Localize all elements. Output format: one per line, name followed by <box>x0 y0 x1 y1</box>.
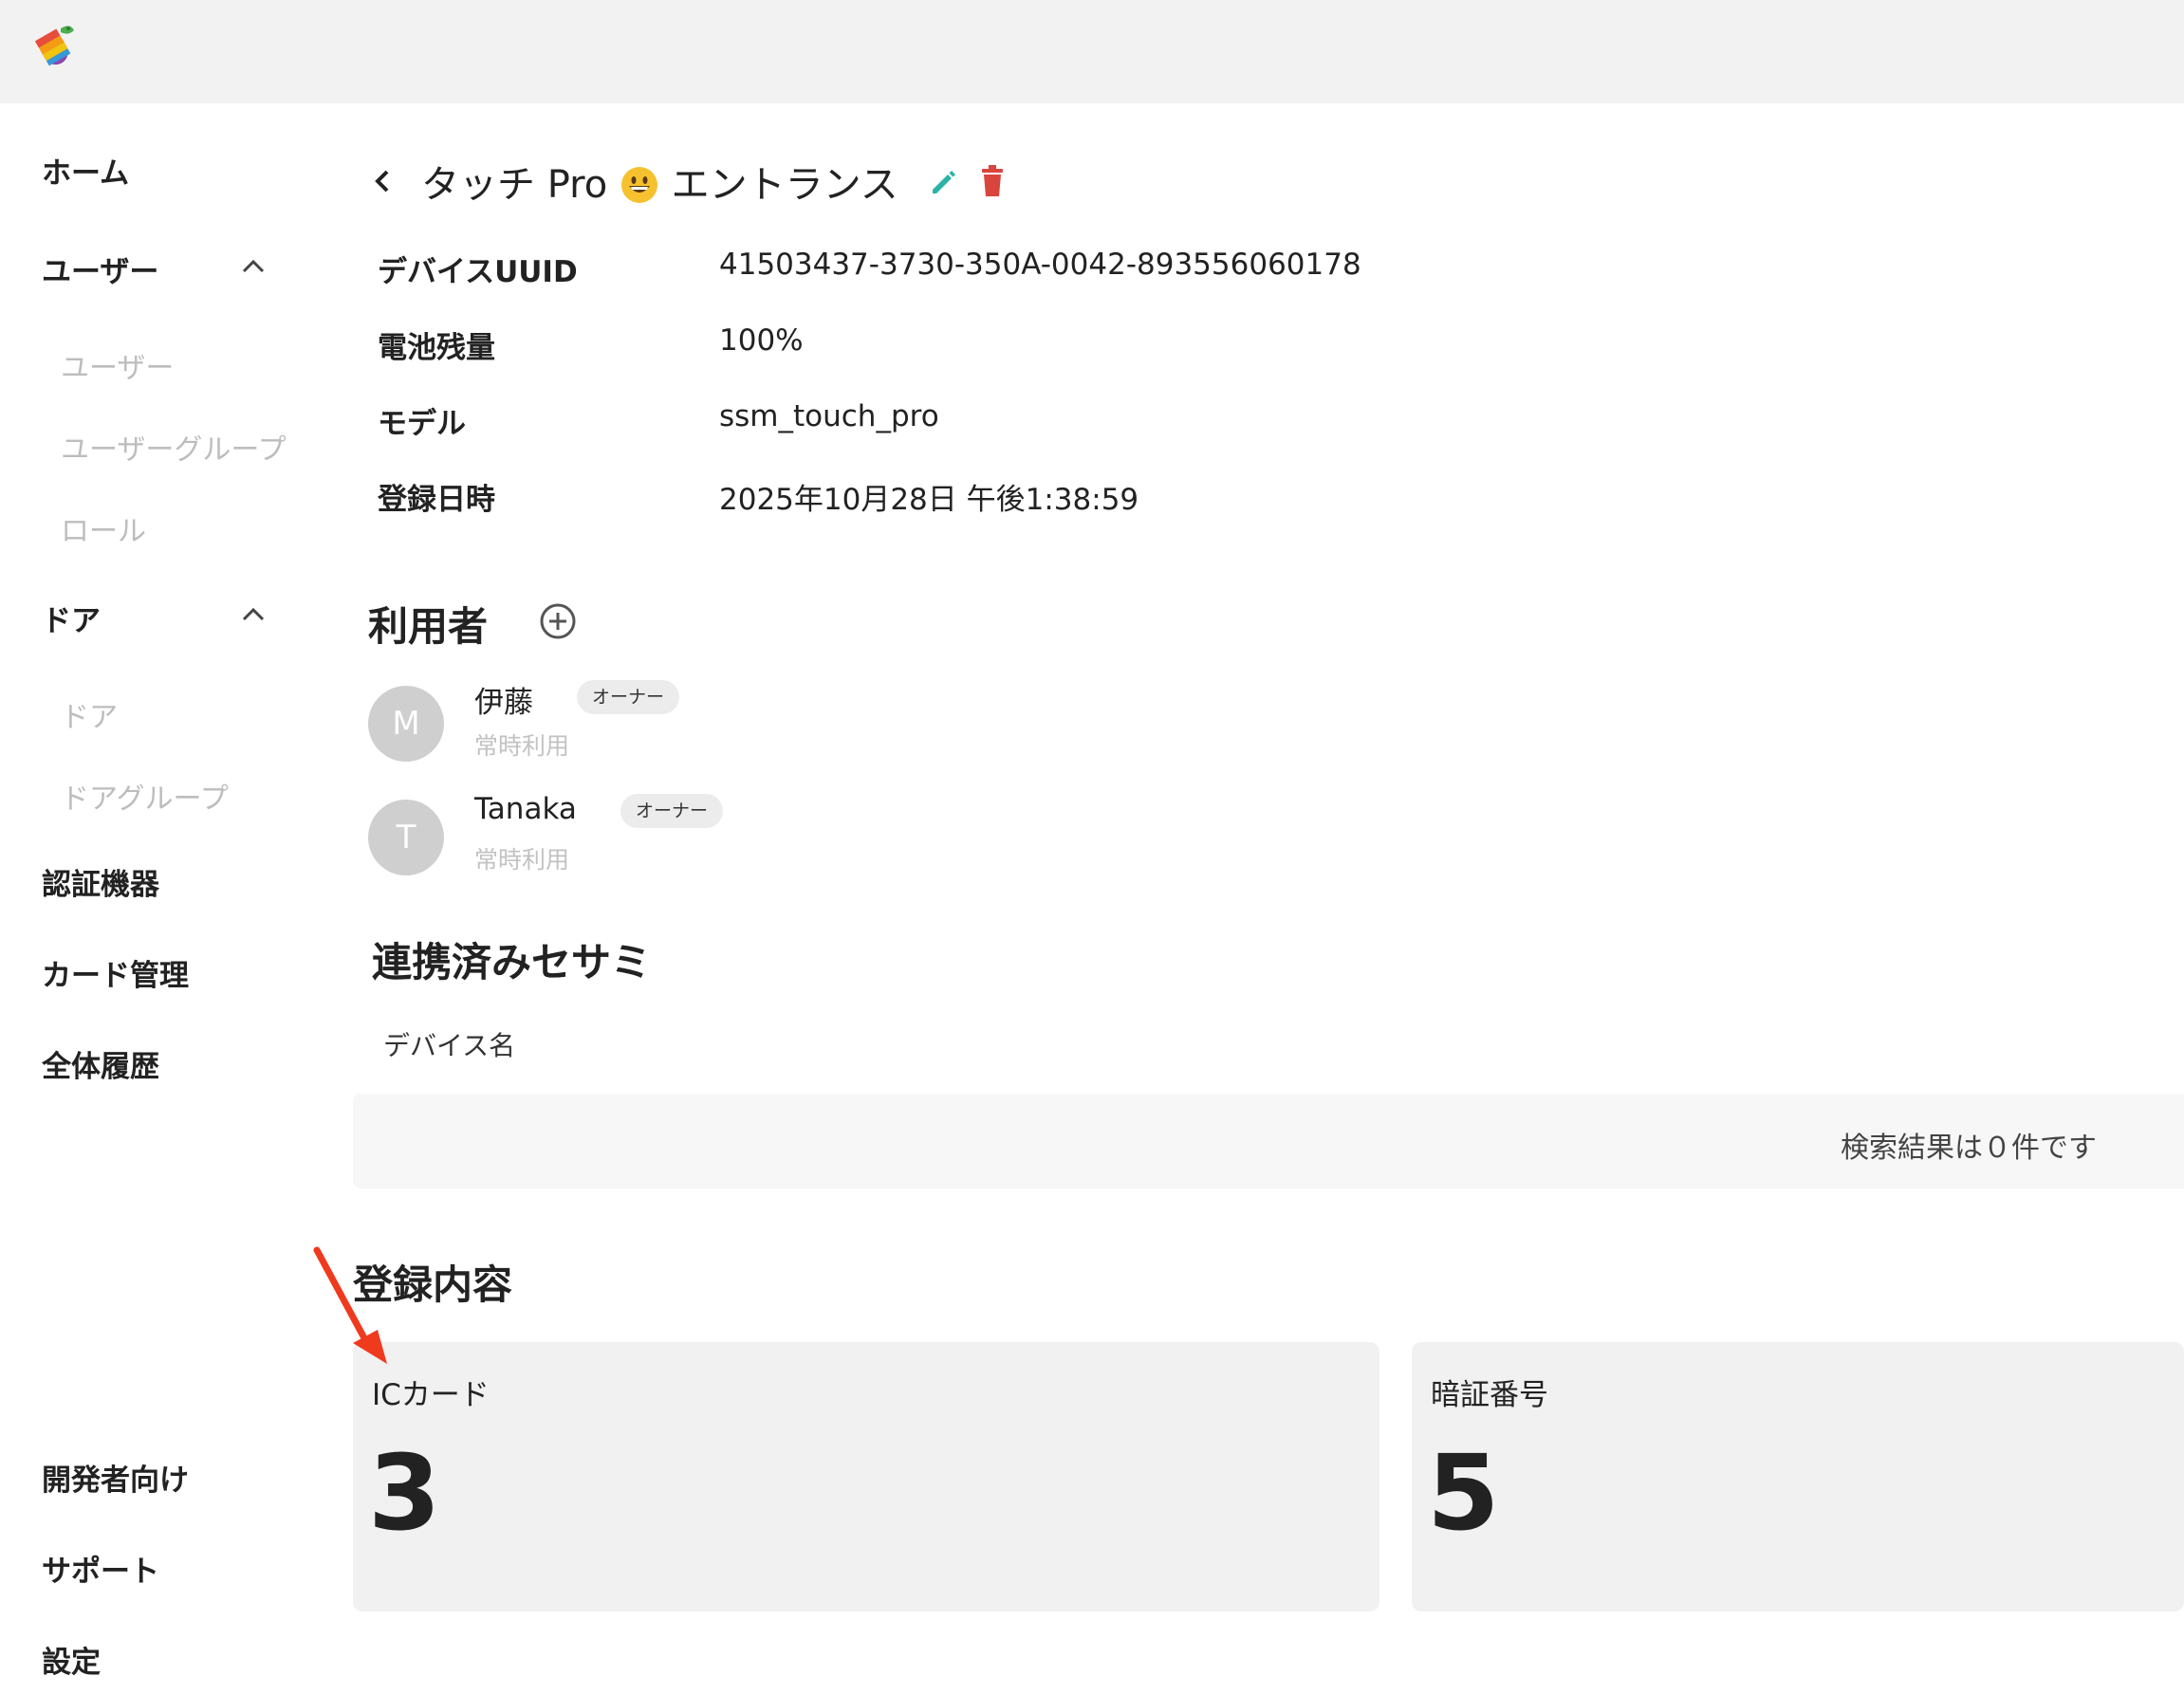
add-circle-icon[interactable] <box>539 602 577 640</box>
user-row[interactable]: T Tanaka オーナー 常時利用 <box>368 792 937 887</box>
chevron-up-icon[interactable] <box>239 603 268 624</box>
info-value: 41503437-3730-350A-0042-893556060178 <box>719 248 1361 282</box>
top-bar <box>0 0 2184 103</box>
user-name: 伊藤 <box>474 686 533 720</box>
users-section-title-text: 利用者 <box>368 603 489 650</box>
owner-badge: オーナー <box>620 794 724 828</box>
nav-roles[interactable]: ロール <box>61 507 146 549</box>
nav-home[interactable]: ホーム <box>42 149 129 192</box>
avatar: T <box>368 800 444 875</box>
card-value: 5 <box>1427 1432 1500 1554</box>
grinning-face-emoji-icon <box>620 167 657 203</box>
nav-door-groups[interactable]: ドアグループ <box>61 775 229 817</box>
chevron-up-icon[interactable] <box>239 255 268 276</box>
ic-card-count-card[interactable]: ICカード 3 <box>353 1342 1379 1611</box>
avatar: M <box>368 686 444 762</box>
red-annotation-arrow-icon <box>313 1246 387 1364</box>
pencil-edit-icon[interactable] <box>927 165 959 197</box>
user-name: Tanaka <box>474 792 577 826</box>
linked-section-title: 連携済みセサミ <box>372 939 652 985</box>
card-label: 暗証番号 <box>1431 1378 1548 1412</box>
nav-card-management[interactable]: カード管理 <box>42 951 189 994</box>
info-value: ssm_touch_pro <box>719 399 939 433</box>
user-row[interactable]: M 伊藤 オーナー 常時利用 <box>368 678 937 773</box>
card-value: 3 <box>368 1432 441 1554</box>
nav-users[interactable]: ユーザー <box>61 344 174 386</box>
info-value: 100% <box>719 323 804 358</box>
empty-results-text: 検索結果は０件です <box>1841 1132 2097 1165</box>
trash-delete-icon[interactable] <box>978 164 1007 198</box>
info-label: モデル <box>378 407 466 441</box>
nav-auth-devices[interactable]: 認証機器 <box>42 860 159 903</box>
info-label: デバイスUUID <box>378 255 578 289</box>
main-content: タッチ Pro エントランス デバイスUUID 41503437-3730-35… <box>342 103 2184 1694</box>
users-section-title: 利用者 <box>368 595 576 653</box>
empty-results-box: 検索結果は０件です <box>353 1094 2184 1188</box>
nav-users-section[interactable]: ユーザー <box>42 248 158 290</box>
page-title-location: エントランス <box>671 163 898 207</box>
page-title: タッチ Pro エントランス <box>421 154 898 209</box>
nav-doors-section[interactable]: ドア <box>42 597 101 639</box>
page-header: タッチ Pro エントランス <box>366 153 1007 210</box>
chevron-left-icon[interactable] <box>366 162 400 200</box>
nav-support[interactable]: サポート <box>42 1547 159 1590</box>
info-label: 電池残量 <box>378 331 495 365</box>
pin-code-count-card[interactable]: 暗証番号 5 <box>1412 1342 2184 1611</box>
info-value: 2025年10月28日 午後1:38:59 <box>719 483 1139 517</box>
page-title-device: タッチ Pro <box>421 163 608 207</box>
nav-all-history[interactable]: 全体履歴 <box>42 1042 159 1085</box>
app-logo-icon[interactable] <box>32 23 78 72</box>
info-label: 登録日時 <box>378 483 495 517</box>
sidebar: ホーム ユーザー ユーザー ユーザーグループ ロール ドア ドア ドアグループ … <box>0 103 342 1694</box>
user-access: 常時利用 <box>474 846 570 874</box>
nav-developers[interactable]: 開発者向け <box>42 1456 189 1499</box>
column-header-device-name[interactable]: デバイス名 <box>383 1025 515 1063</box>
nav-doors[interactable]: ドア <box>61 693 118 735</box>
nav-settings[interactable]: 設定 <box>42 1638 101 1681</box>
user-access: 常時利用 <box>474 732 570 760</box>
owner-badge: オーナー <box>577 680 680 714</box>
nav-user-groups[interactable]: ユーザーグループ <box>61 426 287 468</box>
